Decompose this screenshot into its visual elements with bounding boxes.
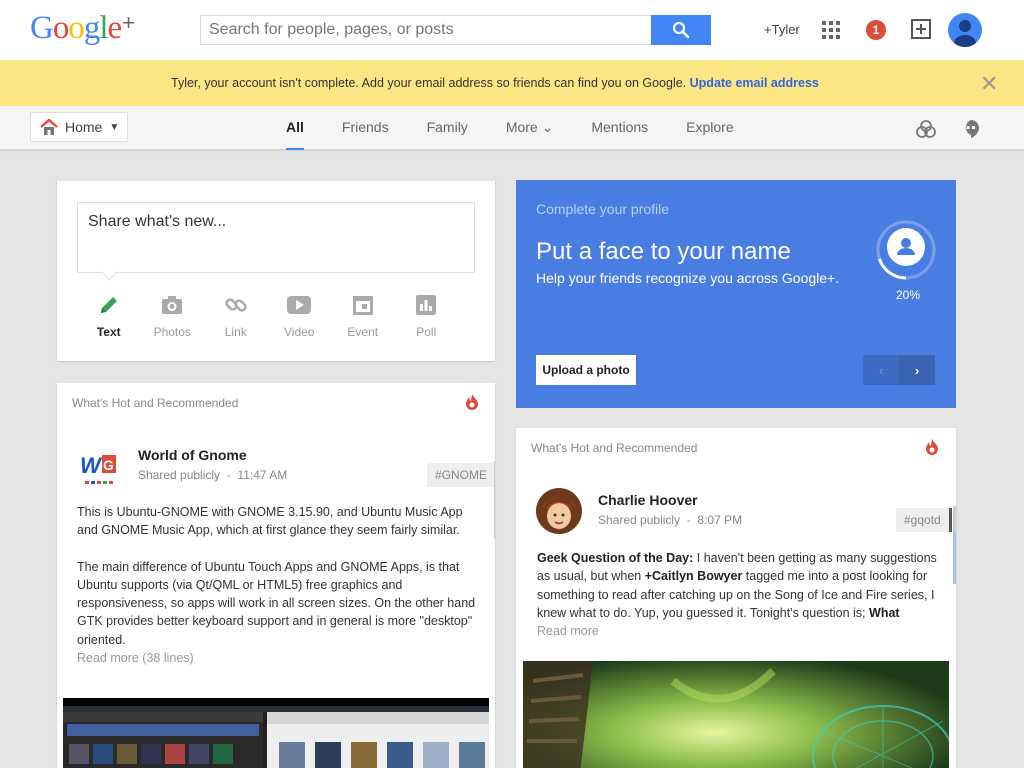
share-tools: Text Photos Link Video Event Poll (77, 291, 458, 339)
tab-friends[interactable]: Friends (342, 106, 389, 150)
profile-card-subtext: Help your friends recognize you across G… (536, 270, 840, 286)
share-box: Share what's new... Text Photos Link Vid… (57, 181, 495, 361)
stream-navbar: Home ▼ All Friends Family More ⌄ Mention… (0, 106, 1024, 150)
scroll-indicator (953, 506, 956, 532)
stream-tabs: All Friends Family More ⌄ Mentions Explo… (286, 106, 772, 150)
upload-photo-button[interactable]: Upload a photo (536, 355, 636, 385)
account-incomplete-banner: Tyler, your account isn't complete. Add … (0, 60, 1024, 106)
profile-card-title: Complete your profile (536, 201, 670, 217)
share-event-label: Event (347, 325, 379, 339)
pencil-icon (100, 297, 117, 313)
share-photos-tool[interactable]: Photos (141, 291, 205, 339)
share-input[interactable]: Share what's new... (77, 202, 475, 273)
search-icon (672, 21, 690, 39)
chevron-down-icon: ▼ (109, 121, 120, 133)
avatar[interactable] (948, 13, 982, 47)
flame-icon (466, 394, 478, 410)
post-bold-lead: Geek Question of the Day: (537, 551, 694, 565)
post-paragraph: The main difference of Ubuntu Touch Apps… (77, 559, 476, 647)
flame-icon (926, 439, 938, 455)
top-header: Google+ +Tyler 1 (0, 0, 1024, 60)
post-time[interactable]: 11:47 AM (237, 468, 287, 482)
world-of-gnome-logo: W G (80, 453, 116, 484)
hot-post-card-left: What's Hot and Recommended W G World of … (57, 383, 495, 768)
banner-message: Tyler, your account isn't complete. Add … (171, 76, 690, 90)
post-time[interactable]: 8:07 PM (697, 513, 742, 527)
profile-progress-ring (876, 220, 936, 280)
apps-grid-icon[interactable] (822, 21, 840, 39)
avatar[interactable] (536, 488, 582, 534)
post-visibility: Shared publicly (138, 468, 221, 482)
link-icon (225, 298, 247, 312)
hashtag-badge[interactable]: #gqotd (896, 508, 952, 532)
profile-name-link[interactable]: +Tyler (764, 22, 800, 37)
charlie-hoover-avatar (536, 488, 582, 534)
calendar-icon (352, 296, 373, 315)
update-email-link[interactable]: Update email address (690, 76, 819, 90)
complete-profile-card: Complete your profile Put a face to your… (516, 180, 956, 408)
video-icon (287, 296, 312, 314)
share-event-tool[interactable]: Event (331, 291, 395, 339)
post-body: This is Ubuntu-GNOME with GNOME 3.15.90,… (77, 503, 477, 667)
tab-all[interactable]: All (286, 106, 304, 150)
tab-explore[interactable]: Explore (686, 106, 733, 150)
home-menu-button[interactable]: Home ▼ (30, 112, 128, 142)
avatar[interactable]: W G (77, 443, 123, 489)
hot-section-label: What's Hot and Recommended (531, 441, 698, 455)
next-button[interactable]: › (899, 355, 935, 385)
search-input[interactable] (200, 15, 652, 45)
circles-icon[interactable] (915, 118, 937, 140)
post-visibility: Shared publicly (598, 513, 681, 527)
read-more-link[interactable]: Read more (537, 622, 937, 640)
hot-section-label: What's Hot and Recommended (72, 396, 239, 410)
profile-progress-percent: 20% (896, 288, 921, 302)
post-meta: Shared publicly - 8:07 PM (598, 513, 743, 527)
share-poll-label: Poll (416, 325, 437, 339)
notification-badge[interactable]: 1 (866, 20, 886, 40)
profile-card-headline: Put a face to your name (536, 238, 791, 265)
home-icon (40, 118, 58, 135)
share-video-tool[interactable]: Video (268, 291, 332, 339)
svg-text:W: W (80, 453, 103, 478)
post-bold-tail: What (869, 605, 900, 620)
share-video-label: Video (284, 325, 315, 339)
share-photos-label: Photos (153, 325, 191, 339)
read-more-link[interactable]: Read more (38 lines) (77, 649, 477, 667)
google-plus-logo[interactable]: Google+ (30, 10, 135, 47)
share-link-label: Link (224, 325, 247, 339)
tab-family[interactable]: Family (427, 106, 468, 150)
share-text-tool[interactable]: Text (77, 291, 141, 339)
post-meta: Shared publicly - 11:47 AM (138, 468, 288, 482)
close-icon[interactable]: ✕ (980, 71, 998, 97)
svg-text:G: G (103, 457, 114, 473)
share-link-tool[interactable]: Link (204, 291, 268, 339)
tab-more[interactable]: More ⌄ (506, 106, 554, 150)
post-image[interactable] (63, 698, 489, 768)
post-body: Geek Question of the Day: I haven't been… (537, 549, 937, 640)
share-poll-tool[interactable]: Poll (395, 291, 459, 339)
search-button[interactable] (651, 15, 711, 45)
hashtag-badge[interactable]: #GNOME (427, 463, 495, 487)
post-author[interactable]: World of Gnome (138, 447, 247, 463)
tab-mentions[interactable]: Mentions (591, 106, 648, 150)
share-text-label: Text (96, 325, 121, 339)
prev-button[interactable]: ‹ (863, 355, 899, 385)
poll-icon (416, 295, 437, 315)
camera-icon (162, 296, 183, 314)
scroll-indicator-active (953, 532, 956, 584)
add-post-icon[interactable] (911, 19, 931, 39)
post-author[interactable]: Charlie Hoover (598, 492, 698, 508)
post-paragraph: This is Ubuntu-GNOME with GNOME 3.15.90,… (77, 505, 463, 538)
scroll-indicator (494, 461, 495, 539)
hot-post-card-right: What's Hot and Recommended Charlie Hoove… (516, 428, 956, 768)
home-label: Home (65, 119, 103, 135)
post-image[interactable] (523, 661, 949, 768)
profile-card-pager: ‹ › (863, 355, 936, 385)
mention-link[interactable]: +Caitlyn Bowyer (645, 569, 743, 583)
default-user-icon (954, 20, 976, 47)
hangouts-icon[interactable] (960, 118, 982, 140)
